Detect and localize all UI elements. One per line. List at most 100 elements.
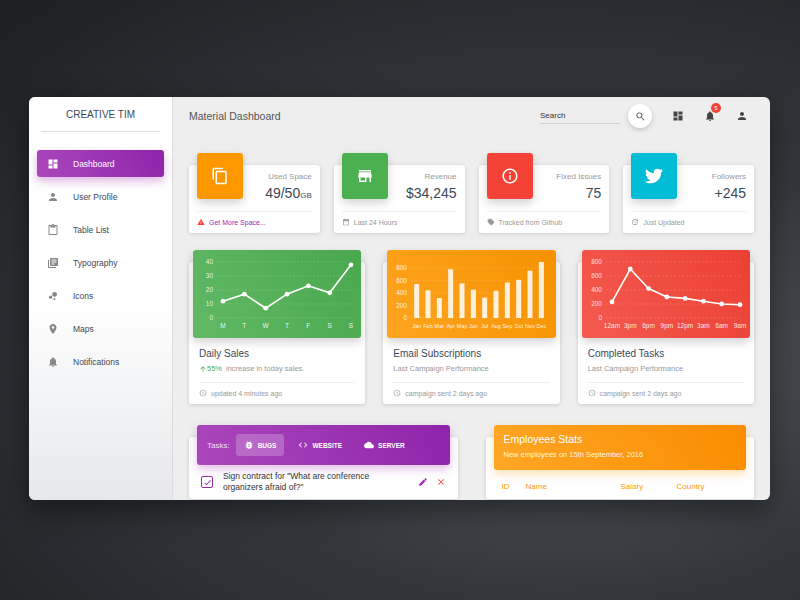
chart-tick: 400 [397, 289, 408, 296]
notifications-button[interactable]: 5 [698, 104, 722, 128]
chart: 020040060080012am3pm6pm9pm12pm3am6am9am [584, 254, 748, 334]
bug-icon [244, 440, 254, 450]
chart-label: Jan [413, 323, 422, 329]
sidebar-nav: Dashboard User Profile Table List Typograph… [29, 132, 172, 375]
info-icon [501, 167, 519, 185]
sidebar-item[interactable]: Notifications [37, 348, 164, 375]
chart-title: Daily Sales [199, 348, 355, 359]
chart-label: 6pm [642, 322, 655, 330]
stat-footer: Get More Space... [197, 211, 312, 233]
search-button[interactable] [628, 104, 652, 128]
dashboard-icon [672, 110, 684, 122]
chart: 010203040MTWTFSS [195, 254, 359, 334]
table-column: ID [502, 482, 526, 491]
chart-bar [539, 262, 544, 318]
chart: 0200400600800JanFebMarAprMayJunJulAugSep… [389, 254, 553, 334]
chart-point [221, 299, 226, 304]
bubble-chart-icon [47, 290, 59, 302]
tasks-tab[interactable]: SERVER [356, 434, 413, 456]
chart-tick: 10 [206, 300, 214, 307]
chart-label: May [457, 323, 468, 329]
tasks-label: Tasks: [207, 441, 230, 450]
table-header: IDNameSalaryCountry [494, 470, 747, 497]
sidebar-item[interactable]: Table List [37, 216, 164, 243]
chart-gridline: 0 [210, 314, 354, 321]
logo[interactable]: CREATIVE TIM [41, 97, 160, 132]
stat-footer-link[interactable]: Get More Space... [209, 219, 266, 226]
location-pin-icon [47, 323, 59, 335]
copy-icon [211, 167, 229, 185]
code-icon [298, 440, 308, 450]
tasks-card: Tasks: BUGSWEBSITE SERVER Sign contract for… [189, 437, 458, 499]
chart-point [285, 292, 290, 297]
chart-bar [471, 290, 476, 318]
chart-bar [449, 269, 454, 318]
chart-tick: 40 [206, 258, 214, 265]
stat-footer: Tracked from Github [487, 211, 602, 233]
table-column: Name [526, 482, 621, 491]
chart-gridline: 800 [591, 258, 742, 265]
chart-point [737, 302, 742, 307]
twitter-icon [645, 167, 663, 185]
stat-category: Followers [712, 172, 746, 181]
stat-category: Revenue [406, 172, 457, 181]
sidebar-item[interactable]: Dashboard [37, 150, 164, 177]
search-icon [635, 111, 646, 122]
main-content: Material Dashboard5Used Space49/50GBGet … [173, 97, 770, 500]
chart-bar [460, 283, 465, 318]
chart-label: Sep [503, 323, 513, 329]
navbar-tools: 5 [540, 104, 754, 128]
dashboard-window: CREATIVE TIM Dashboard User Profile Table L… [29, 97, 770, 500]
tasks-tab[interactable]: BUGS [236, 434, 285, 456]
chart-header: 0200400600800JanFebMarAprMayJunJulAugSep… [387, 250, 555, 338]
chart-bar [505, 282, 510, 318]
chart-highlight: 55% [199, 364, 222, 373]
close-icon [436, 477, 446, 487]
chart-gridline: 400 [591, 286, 742, 293]
clock-icon [199, 389, 207, 397]
chart-bar [437, 298, 442, 318]
chart-tick: 600 [397, 277, 408, 284]
table-column: Salary [621, 482, 677, 491]
remove-button[interactable] [436, 477, 446, 487]
employees-title: Employees Stats [504, 433, 737, 445]
chart-footer: campaign sent 2 days ago [588, 382, 744, 404]
stat-value: $34,245 [406, 185, 457, 201]
chart-label: F [306, 322, 310, 329]
stat-footer-text: Last 24 Hours [354, 219, 398, 226]
chart-tick: 0 [598, 314, 602, 321]
tag-icon [487, 218, 495, 226]
chart-bar [517, 280, 522, 318]
stat-category: Used Space [265, 172, 312, 181]
bell-icon [47, 356, 59, 368]
chart-line [223, 265, 351, 308]
profile-button[interactable] [730, 104, 754, 128]
task-checkbox[interactable] [201, 476, 213, 488]
chart-gridline: 600 [397, 277, 548, 284]
chart-point [719, 302, 724, 307]
chart-point [242, 292, 247, 297]
stat-footer: Just Updated [631, 211, 746, 233]
search-input[interactable] [540, 108, 620, 124]
sidebar-item[interactable]: User Profile [37, 183, 164, 210]
chart-label: 9am [733, 322, 746, 329]
chart-label: T [242, 322, 246, 329]
chart-gridline: 0 [598, 314, 742, 321]
cloud-icon [364, 440, 374, 450]
store-icon [356, 167, 374, 185]
chart-subtitle: Last Campaign Performance [588, 364, 744, 373]
sidebar-item[interactable]: Maps [37, 315, 164, 342]
sidebar-item[interactable]: Typography [37, 249, 164, 276]
task-row: Sign contract for "What are conference o… [197, 465, 450, 499]
arrow-up-icon [199, 365, 207, 373]
edit-button[interactable] [418, 477, 428, 487]
chart-tick: 0 [210, 314, 214, 321]
chart-card: 020040060080012am3pm6pm9pm12pm3am6am9amC… [578, 262, 754, 404]
tasks-tab[interactable]: WEBSITE [290, 434, 350, 456]
dashboard-button[interactable] [666, 104, 690, 128]
chart-tick: 400 [591, 286, 602, 293]
stat-footer-text: Just Updated [643, 219, 684, 226]
sidebar-item[interactable]: Icons [37, 282, 164, 309]
tasks-header: Tasks: BUGSWEBSITE SERVER [197, 425, 450, 465]
chart-label: 6am [715, 322, 728, 329]
